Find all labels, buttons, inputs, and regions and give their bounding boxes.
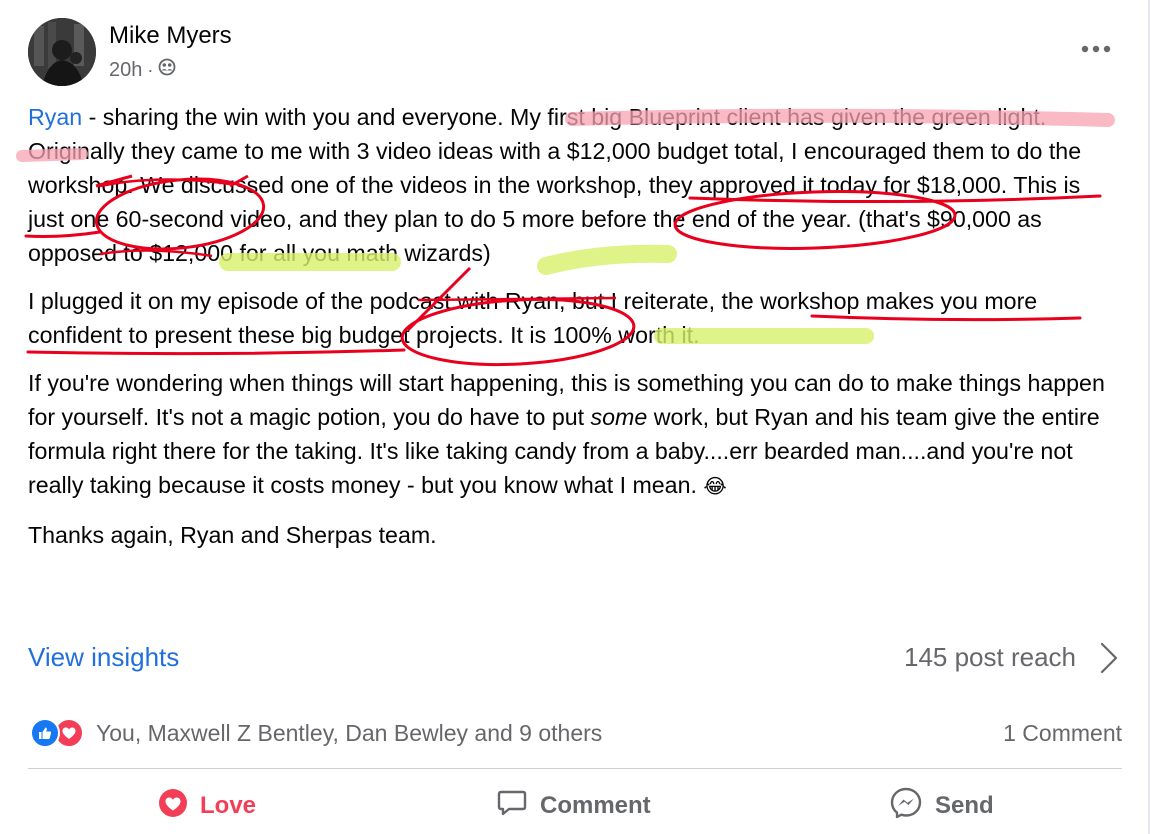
paragraph-4: Thanks again, Ryan and Sherpas team. [28,522,437,548]
reaction-names: You, Maxwell Z Bentley, Dan Bewley and 9… [96,719,603,746]
paragraph-2: I plugged it on my episode of the podcas… [28,288,1038,348]
more-options-button[interactable] [1076,34,1116,64]
view-insights-link[interactable]: View insights [28,642,179,673]
comment-button[interactable]: Comment [496,784,651,828]
comment-label: Comment [540,792,651,819]
send-button[interactable]: Send [889,784,994,828]
reactions-summary[interactable]: You, Maxwell Z Bentley, Dan Bewley and 9… [30,718,602,748]
meta-separator: · [147,59,154,80]
love-button[interactable]: Love [158,784,256,828]
laughing-emoji-icon: 😂 [703,476,727,498]
post-time[interactable]: 20h [109,59,142,82]
heart-icon [158,788,188,825]
post-reach: 145 post reach [903,642,1076,672]
paragraph-1: Ryan - sharing the win with you and ever… [28,100,1120,270]
divider [28,768,1122,769]
paragraph-3: If you're wondering when things will sta… [28,366,1120,504]
love-label: Love [200,792,257,819]
author-name[interactable]: Mike Myers [109,22,232,50]
more-dots-icon [1081,45,1111,53]
comment-count[interactable]: 1 Comment [1003,720,1122,747]
chevron-right-icon[interactable] [1097,640,1121,676]
messenger-icon [889,786,923,827]
paragraph-1-text: - sharing the win with you and everyone.… [28,104,1082,266]
post-card: Mike Myers 20h · Ryan - sharing the win … [0,0,1150,834]
mention-ryan[interactable]: Ryan [28,104,82,130]
like-icon [30,718,60,748]
post-meta: 20h · [109,58,176,82]
comment-icon [496,788,528,825]
friends-icon[interactable] [158,58,176,82]
author-avatar[interactable] [28,18,96,86]
paragraph-3-emphasis: some [590,404,648,430]
post-body: Ryan - sharing the win with you and ever… [28,100,1120,566]
send-label: Send [935,792,994,819]
avatar-photo [28,18,96,86]
